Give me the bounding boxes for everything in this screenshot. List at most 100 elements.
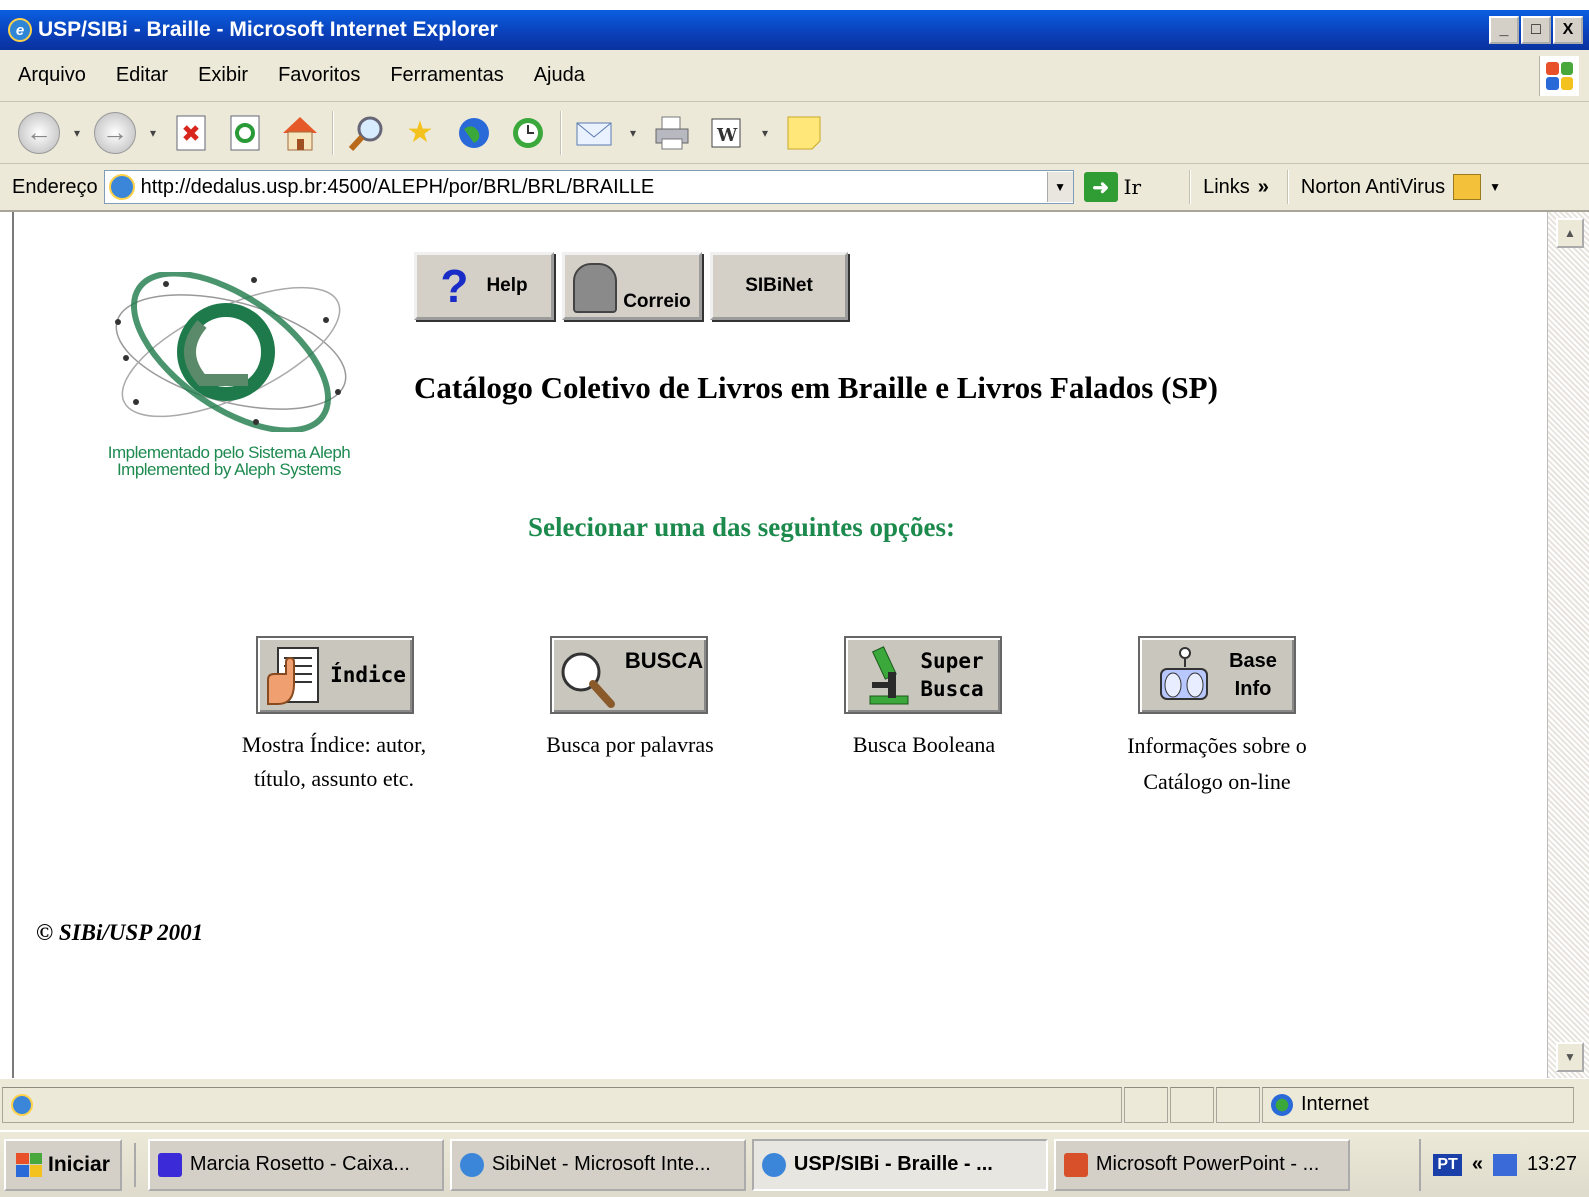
task-outlook-label: Marcia Rosetto - Caixa... (189, 1153, 410, 1175)
ie-icon (761, 1152, 786, 1177)
magnifier-icon (561, 652, 615, 708)
select-options-label: Selecionar uma das seguintes opções: (528, 512, 956, 542)
microscope-icon (869, 646, 909, 705)
forward-dropdown-icon[interactable]: ▾ (146, 126, 160, 140)
messenger-icon[interactable] (782, 111, 826, 155)
print-icon[interactable] (650, 111, 694, 155)
menu-editar[interactable]: Editar (116, 64, 168, 87)
indice-button[interactable]: Índice (256, 636, 414, 714)
powerpoint-icon (1063, 1152, 1088, 1177)
edit-dropdown-icon[interactable]: ▾ (758, 126, 772, 140)
back-icon[interactable]: ← (18, 111, 60, 154)
status-bar: Internet (0, 1078, 1589, 1130)
favorites-icon[interactable]: ★ (398, 111, 442, 155)
sibinet-label: SIBiNet (745, 275, 813, 296)
system-tray: PT « 13:27 (1419, 1138, 1589, 1191)
windows-flag-icon (16, 1152, 42, 1177)
start-label: Iniciar (48, 1152, 110, 1176)
clock[interactable]: 13:27 (1527, 1153, 1577, 1176)
address-dropdown-icon[interactable]: ▼ (1046, 172, 1073, 202)
help-label: Help (486, 275, 528, 296)
super-busca-description: Busca Booleana (852, 732, 996, 757)
go-arrow-icon: ➜ (1083, 172, 1118, 202)
menu-favoritos[interactable]: Favoritos (278, 64, 360, 87)
super-busca-label-line1: Super (920, 649, 984, 673)
super-busca-button[interactable]: Super Busca (844, 636, 1002, 714)
scroll-down-icon[interactable]: ▼ (1556, 1042, 1584, 1072)
help-button[interactable]: ? Help (414, 252, 554, 320)
svg-text:W: W (716, 125, 738, 146)
task-sibinet[interactable]: SibiNet - Microsoft Inte... (449, 1138, 746, 1191)
language-indicator[interactable]: PT (1433, 1153, 1462, 1176)
norton-antivirus-label[interactable]: Norton AntiVirus (1301, 176, 1445, 199)
correio-label: Correio (623, 291, 691, 312)
status-zone-pane: Internet (1262, 1086, 1574, 1123)
task-braille-label: USP/SIBi - Braille - ... (793, 1153, 993, 1175)
media-icon[interactable] (452, 111, 496, 155)
correio-button[interactable]: Correio (562, 252, 702, 320)
windows-logo-icon (1539, 56, 1579, 96)
go-button[interactable]: ➜ Ir (1083, 172, 1141, 202)
address-field[interactable]: http://dedalus.usp.br:4500/ALEPH/por/BRL… (103, 170, 1074, 204)
search-icon[interactable] (344, 111, 388, 155)
base-info-description: Informações sobre o Catálogo on-line (1084, 728, 1350, 800)
aleph-caption-pt: Implementado pelo Sistema Aleph (107, 443, 351, 462)
ie-app-icon: e (8, 18, 32, 42)
task-braille[interactable]: USP/SIBi - Braille - ... (751, 1138, 1048, 1191)
clc-logo (115, 272, 347, 432)
indice-desc-line1: Mostra Índice: autor, (241, 732, 427, 757)
task-powerpoint-label: Microsoft PowerPoint - ... (1095, 1153, 1320, 1175)
task-powerpoint[interactable]: Microsoft PowerPoint - ... (1053, 1138, 1350, 1191)
tray-expand-icon[interactable]: « (1472, 1153, 1483, 1176)
start-button[interactable]: Iniciar (4, 1138, 122, 1191)
norton-dropdown-icon[interactable]: ▼ (1489, 180, 1501, 194)
internet-globe-icon (1271, 1093, 1293, 1116)
menu-arquivo[interactable]: Arquivo (18, 64, 86, 87)
network-icon[interactable] (1492, 1153, 1517, 1176)
close-button[interactable]: X (1553, 16, 1583, 44)
stop-icon[interactable] (170, 111, 214, 155)
internet-zone-label: Internet (1301, 1093, 1369, 1115)
menu-exibir[interactable]: Exibir (198, 64, 248, 87)
history-icon[interactable] (506, 111, 550, 155)
vertical-scrollbar[interactable]: ▲ ▼ (1547, 212, 1589, 1078)
address-url[interactable]: http://dedalus.usp.br:4500/ALEPH/por/BRL… (141, 176, 1047, 199)
indice-description: Mostra Índice: autor, título, assunto et… (214, 728, 454, 796)
indice-label: Índice (330, 663, 406, 687)
word-icon[interactable]: W (704, 111, 748, 155)
norton-icon[interactable] (1453, 174, 1482, 200)
forward-icon[interactable]: → (94, 111, 136, 154)
question-mark-icon: ? (440, 260, 469, 312)
task-outlook[interactable]: Marcia Rosetto - Caixa... (147, 1138, 444, 1191)
links-chevron-icon[interactable]: » (1258, 176, 1269, 199)
window-title: USP/SIBi - Braille - Microsoft Internet … (38, 18, 498, 41)
busca-description: Busca por palavras (546, 732, 714, 757)
busca-button[interactable]: BUSCA (550, 636, 708, 714)
page-title: Catálogo Coletivo de Livros em Braille e… (414, 370, 1218, 405)
sibinet-button[interactable]: SIBiNet (710, 252, 848, 320)
mail-dropdown-icon[interactable]: ▾ (626, 126, 640, 140)
task-sibinet-label: SibiNet - Microsoft Inte... (491, 1153, 711, 1175)
busca-label: BUSCA (624, 648, 704, 673)
aleph-caption: Implementado pelo Sistema Aleph Implemen… (94, 444, 364, 478)
base-info-label: Base Info (1229, 647, 1277, 703)
maximize-button[interactable]: □ (1521, 16, 1551, 44)
mail-icon[interactable] (572, 111, 616, 155)
menu-ferramentas[interactable]: Ferramentas (390, 64, 503, 87)
menu-ajuda[interactable]: Ajuda (534, 64, 585, 87)
indice-desc-line2: título, assunto etc. (253, 766, 415, 791)
base-info-label-line2: Info (1234, 678, 1272, 700)
refresh-icon[interactable] (224, 111, 268, 155)
address-bar: Endereço http://dedalus.usp.br:4500/ALEP… (0, 164, 1589, 212)
base-info-button[interactable]: Base Info (1138, 636, 1296, 714)
home-icon[interactable] (278, 111, 322, 155)
base-info-desc-line2: Catálogo on-line (1143, 769, 1291, 794)
scroll-up-icon[interactable]: ▲ (1556, 218, 1584, 248)
links-label[interactable]: Links (1203, 176, 1250, 199)
super-busca-label: Super Busca (920, 647, 983, 703)
mailbox-icon (573, 263, 618, 313)
standard-toolbar: ← ▾ → ▾ ★ ▾ W ▾ (0, 102, 1589, 164)
ie-icon (459, 1152, 484, 1177)
back-dropdown-icon[interactable]: ▾ (70, 126, 84, 140)
minimize-button[interactable]: _ (1489, 16, 1519, 44)
